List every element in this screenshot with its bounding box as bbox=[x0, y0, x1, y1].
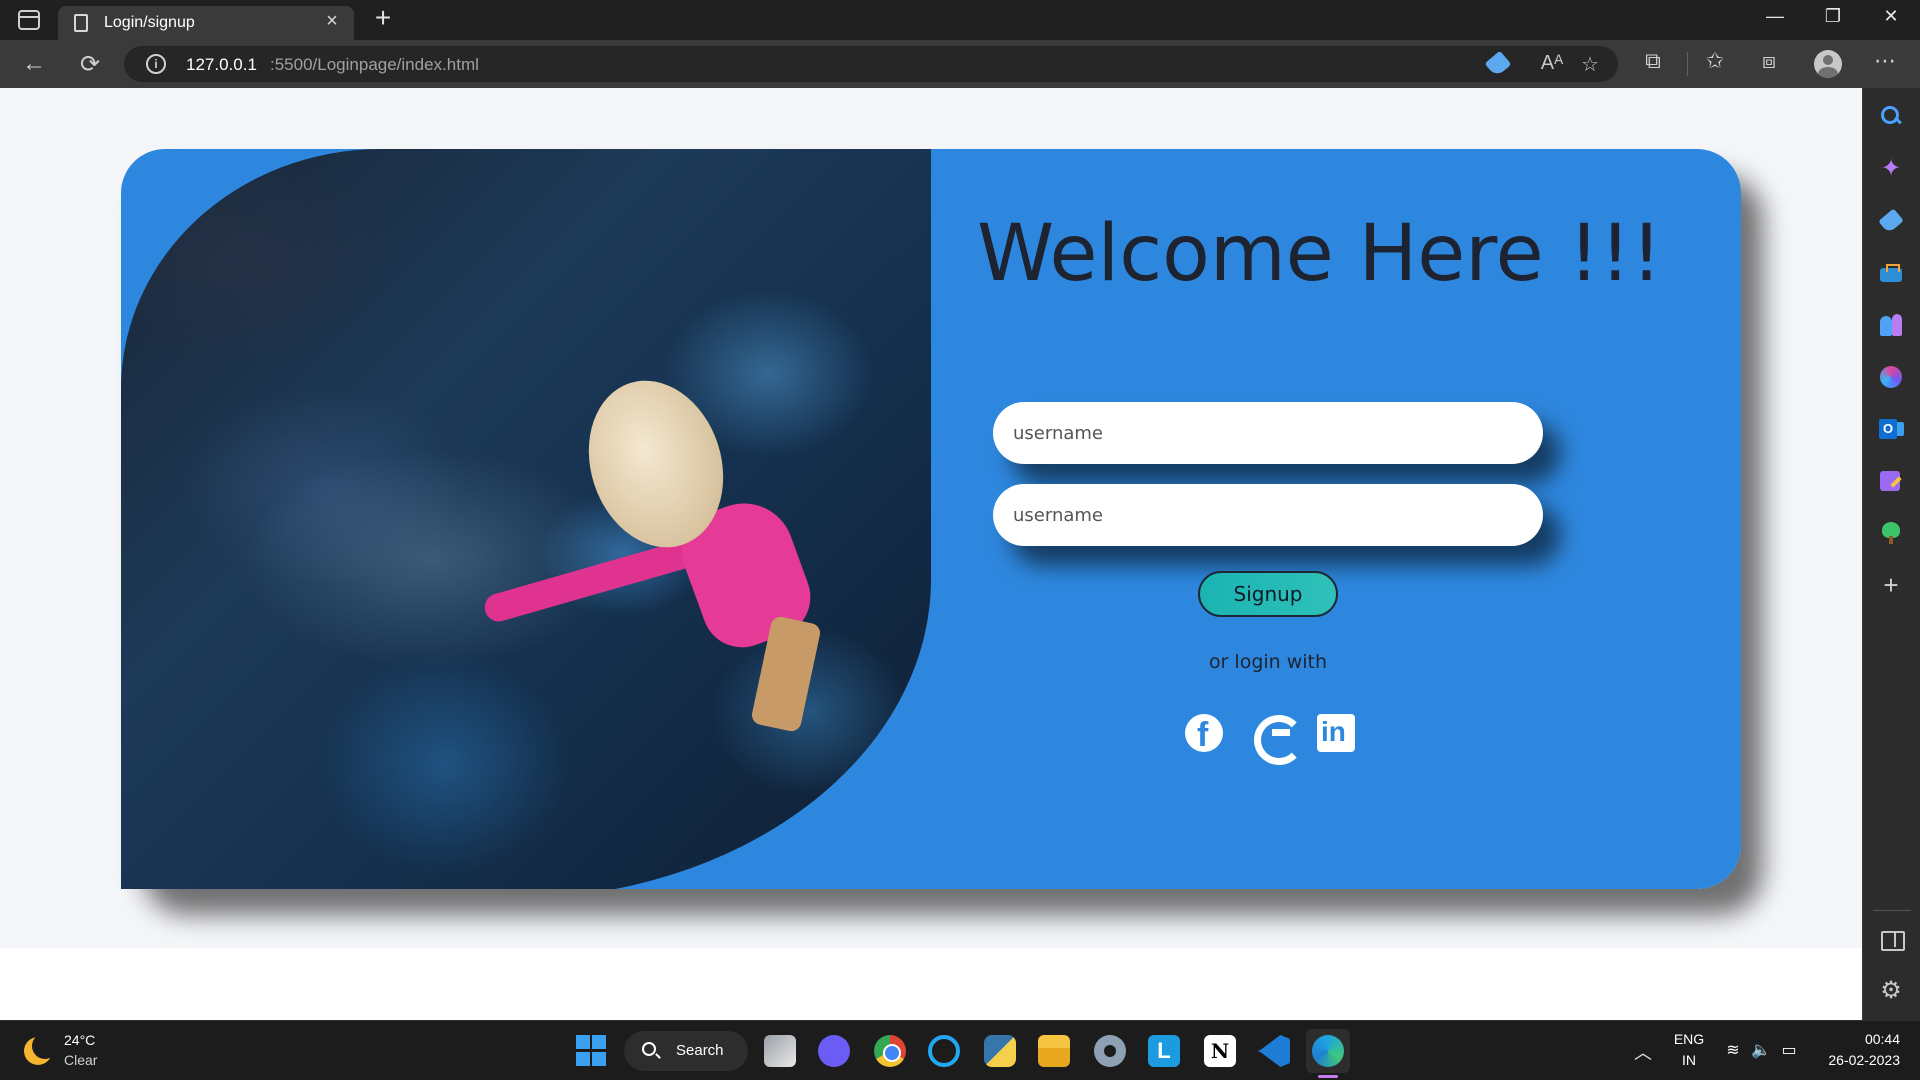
new-tab-button[interactable]: + bbox=[368, 2, 398, 34]
restore-button[interactable]: ❐ bbox=[1810, 6, 1856, 27]
tab-actions-icon[interactable] bbox=[18, 10, 40, 30]
weather-temperature[interactable]: 24°C bbox=[64, 1032, 95, 1048]
password-input[interactable] bbox=[993, 484, 1543, 546]
wifi-icon[interactable]: ≋ bbox=[1722, 1040, 1744, 1060]
url-host: 127.0.0.1 bbox=[186, 55, 257, 74]
extensions-icon[interactable]: ⧉ bbox=[1636, 48, 1670, 74]
vscode-icon[interactable] bbox=[1258, 1035, 1290, 1067]
browser-toolbar: ← ⟳ i 127.0.0.1 :5500/Loginpage/index.ht… bbox=[0, 40, 1920, 88]
language-indicator[interactable]: ENG bbox=[1672, 1031, 1706, 1047]
region-indicator[interactable]: IN bbox=[1672, 1052, 1706, 1068]
tree-icon[interactable] bbox=[1878, 520, 1904, 546]
fishing-net-shape bbox=[241, 449, 621, 669]
address-bar[interactable]: i 127.0.0.1 :5500/Loginpage/index.html A… bbox=[124, 46, 1618, 82]
file-explorer-icon[interactable] bbox=[1038, 1035, 1070, 1067]
close-tab-button[interactable]: × bbox=[320, 10, 344, 33]
copilot-icon[interactable]: ✦ bbox=[1878, 156, 1904, 182]
read-aloud-icon[interactable]: Aᴬ bbox=[1538, 52, 1566, 75]
start-button[interactable] bbox=[576, 1035, 608, 1067]
edge-icon[interactable] bbox=[1312, 1035, 1344, 1067]
designer-icon[interactable] bbox=[1878, 468, 1904, 494]
tools-icon[interactable] bbox=[1878, 260, 1904, 286]
cortana-icon[interactable] bbox=[928, 1035, 960, 1067]
or-login-with-text: or login with bbox=[1208, 651, 1328, 673]
google-icon[interactable] bbox=[1253, 714, 1304, 765]
search-icon[interactable] bbox=[1878, 104, 1904, 130]
browser-tab-bar: Login/signup × + — ❐ ✕ bbox=[0, 0, 1920, 40]
site-info-icon[interactable]: i bbox=[146, 54, 166, 74]
volume-icon[interactable]: 🔈 bbox=[1750, 1040, 1772, 1060]
tab-login-signup[interactable]: Login/signup × bbox=[58, 6, 354, 40]
web-viewport: Welcome Here !!! Signup or login with bbox=[0, 88, 1862, 1020]
reload-button[interactable]: ⟳ bbox=[74, 50, 106, 79]
python-icon[interactable] bbox=[984, 1035, 1016, 1067]
clock-date[interactable]: 26-02-2023 bbox=[1812, 1052, 1900, 1068]
edge-running-indicator bbox=[1318, 1075, 1338, 1078]
shopping-icon[interactable] bbox=[1878, 208, 1904, 234]
games-icon[interactable] bbox=[1878, 312, 1904, 338]
login-card: Welcome Here !!! Signup or login with bbox=[121, 149, 1741, 889]
outlook-icon[interactable] bbox=[1878, 416, 1904, 442]
close-window-button[interactable]: ✕ bbox=[1868, 6, 1914, 27]
edge-sidebar: ✦ + ⚙ bbox=[1862, 88, 1920, 1020]
chrome-icon[interactable] bbox=[874, 1035, 906, 1067]
collections-icon[interactable]: ⧈ bbox=[1752, 48, 1786, 74]
search-label: Search bbox=[676, 1042, 724, 1059]
hero-photo bbox=[121, 149, 931, 889]
facebook-icon[interactable] bbox=[1185, 714, 1223, 755]
tab-title: Login/signup bbox=[104, 14, 195, 31]
favorites-icon[interactable]: ✩ bbox=[1698, 48, 1732, 74]
username-input[interactable] bbox=[993, 402, 1543, 464]
meet-icon[interactable] bbox=[818, 1035, 850, 1067]
settings-icon[interactable]: ⚙ bbox=[1878, 978, 1904, 1004]
url-path: :5500/Loginpage/index.html bbox=[270, 55, 479, 74]
search-icon bbox=[642, 1042, 656, 1056]
sidebar-divider bbox=[1873, 910, 1911, 911]
office-icon[interactable] bbox=[1878, 364, 1904, 390]
hide-sidebar-icon[interactable] bbox=[1878, 926, 1905, 952]
profile-avatar[interactable] bbox=[1814, 50, 1842, 78]
task-view-icon[interactable] bbox=[764, 1035, 796, 1067]
add-sidebar-app-icon[interactable]: + bbox=[1878, 572, 1904, 598]
linkedin-icon[interactable] bbox=[1317, 714, 1355, 752]
minimize-button[interactable]: — bbox=[1752, 6, 1798, 27]
toolbar-divider bbox=[1687, 52, 1688, 76]
add-favorite-icon[interactable]: ☆ bbox=[1576, 52, 1604, 77]
weather-condition[interactable]: Clear bbox=[64, 1052, 97, 1068]
windows-taskbar: 24°C Clear Search L N ︿ ENG IN ≋ 🔈 ▭ 00:… bbox=[0, 1020, 1920, 1080]
clock-time[interactable]: 00:44 bbox=[1820, 1031, 1900, 1047]
welcome-heading: Welcome Here !!! bbox=[977, 209, 1663, 299]
signup-button[interactable]: Signup bbox=[1198, 571, 1338, 617]
back-button[interactable]: ← bbox=[18, 50, 50, 78]
battery-icon[interactable]: ▭ bbox=[1778, 1040, 1800, 1060]
settings-app-icon[interactable] bbox=[1094, 1035, 1126, 1067]
taskbar-search[interactable]: Search bbox=[624, 1031, 748, 1071]
shopping-tag-icon[interactable] bbox=[1484, 50, 1512, 78]
more-menu-icon[interactable]: ⋯ bbox=[1868, 48, 1902, 74]
page-icon bbox=[74, 14, 88, 32]
chevron-up-icon[interactable]: ︿ bbox=[1634, 1039, 1652, 1065]
notion-icon[interactable]: N bbox=[1204, 1035, 1236, 1067]
moon-icon[interactable] bbox=[24, 1033, 58, 1065]
l-app-icon[interactable]: L bbox=[1148, 1035, 1180, 1067]
